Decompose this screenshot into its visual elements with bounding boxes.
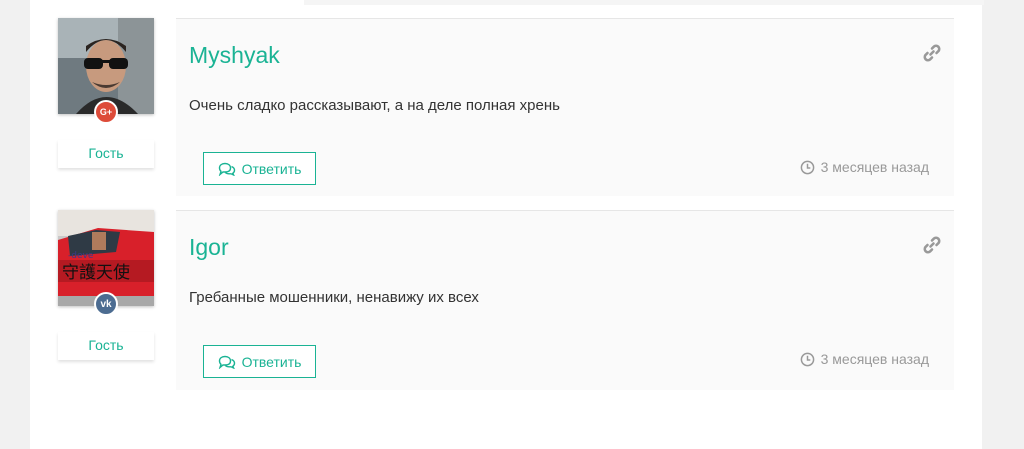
svg-text:守護天使: 守護天使 [62, 262, 130, 283]
reply-button-label: Ответить [241, 160, 302, 177]
reply-button[interactable]: Ответить [203, 152, 316, 185]
comments-panel: G+ Гость Myshyak Очень сладко рассказыва… [30, 0, 984, 449]
previous-comment-edge [304, 0, 984, 5]
author-role-label: Гость [58, 332, 154, 360]
comment-body: Myshyak Очень сладко рассказывают, а на … [176, 18, 954, 196]
comment-body: Igor Гребанные мошенники, ненавижу их вс… [176, 210, 954, 390]
comment-timestamp: 3 месяцев назад [800, 159, 929, 175]
comments-icon [218, 355, 235, 369]
vk-icon: vk [94, 292, 118, 316]
clock-icon [800, 352, 814, 366]
comment-author[interactable]: Igor [189, 234, 229, 261]
comment-timestamp: 3 месяцев назад [800, 351, 929, 367]
link-icon[interactable] [922, 235, 942, 255]
comment-item: G+ Гость Myshyak Очень сладко рассказыва… [30, 18, 982, 196]
google-plus-icon: G+ [94, 100, 118, 124]
comment-author-column: G+ Гость [58, 18, 154, 168]
reply-button-label: Ответить [241, 353, 302, 370]
comments-icon [218, 162, 235, 176]
comment-author-column: 守護天使 -deve vk Гость [58, 210, 154, 360]
clock-icon [800, 160, 814, 174]
link-icon[interactable] [922, 43, 942, 63]
comment-time-text: 3 месяцев назад [820, 159, 929, 175]
comment-item: 守護天使 -deve vk Гость Igor Гребанные мошен… [30, 210, 982, 390]
comment-text: Гребанные мошенники, ненавижу их всех [189, 289, 479, 306]
reply-button[interactable]: Ответить [203, 345, 316, 378]
author-role-label: Гость [58, 140, 154, 168]
comment-time-text: 3 месяцев назад [820, 351, 929, 367]
comment-author[interactable]: Myshyak [189, 42, 280, 69]
svg-text:-deve: -deve [68, 251, 94, 261]
comment-text: Очень сладко рассказывают, а на деле пол… [189, 97, 560, 114]
